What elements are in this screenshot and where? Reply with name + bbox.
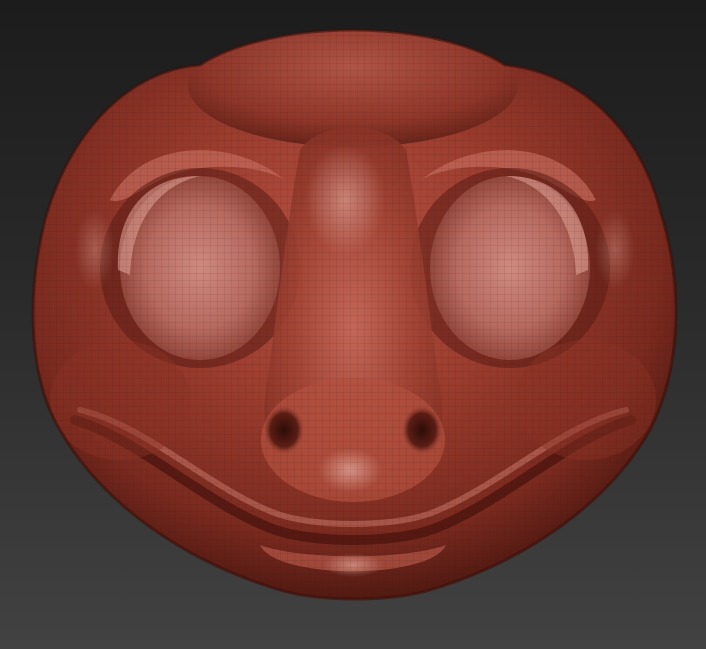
sculpt-viewport[interactable] xyxy=(0,0,706,649)
sculpt-canvas[interactable] xyxy=(0,0,706,649)
head-model xyxy=(31,28,678,601)
wireframe-overlay xyxy=(33,30,677,599)
